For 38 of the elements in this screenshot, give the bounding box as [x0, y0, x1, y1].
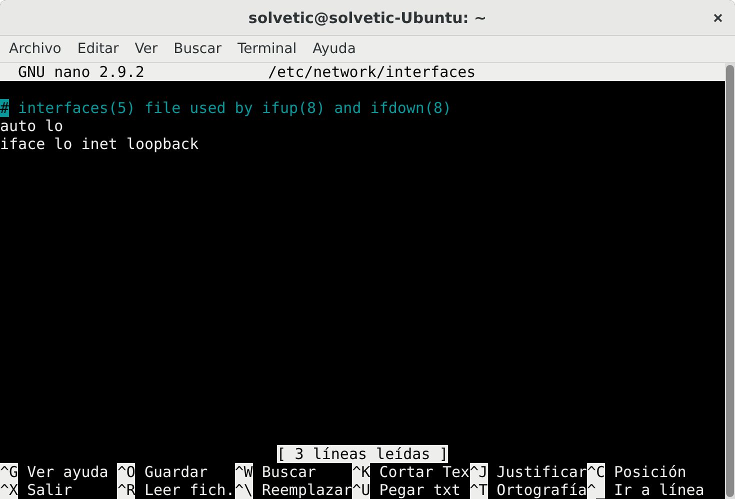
file-name: /etc/network/interfaces: [268, 63, 476, 82]
shortcut-key: ^\: [234, 480, 253, 499]
shortcut-label: Buscar: [260, 462, 316, 481]
shortcut-key: ^_: [586, 480, 606, 499]
shortcut-key: ^T: [470, 480, 488, 499]
shortcut-key: ^U: [352, 480, 370, 499]
shortcut-label: Pegar txt: [378, 480, 461, 499]
shortcut-key: ^R: [117, 480, 136, 499]
menu-item[interactable]: Terminal: [237, 41, 313, 57]
menu-item[interactable]: Buscar: [174, 41, 238, 57]
shortcut-key: ^J: [470, 462, 488, 481]
shortcut-label: Reemplazar: [260, 480, 352, 499]
comment-line: # interfaces(5) file used by ifup(8) and ifdown(8): [0, 99, 453, 118]
shortcut-label: Justificar: [496, 462, 587, 481]
shortcut-label: Ortografía: [496, 480, 587, 499]
shortcut-key: ^G: [0, 462, 18, 481]
menu-item[interactable]: Archivo: [9, 41, 78, 57]
shortcut-key: ^K: [352, 462, 370, 481]
code-line: auto lo: [0, 117, 64, 136]
shortcut-label: Leer fich.: [143, 480, 235, 499]
window-title: solvetic@solvetic-Ubuntu: ~: [248, 8, 487, 26]
close-icon[interactable]: [713, 13, 723, 23]
shortcut-label: Ir a línea: [613, 480, 704, 499]
menu-item[interactable]: Ayuda: [312, 41, 372, 57]
shortcut-label: Guardar: [143, 462, 208, 481]
code-line: iface lo inet loopback: [0, 135, 200, 154]
shortcut-key: ^C: [586, 462, 606, 481]
shortcut-key: ^W: [234, 462, 253, 481]
menu-item[interactable]: Ver: [134, 41, 174, 57]
shortcut-label: Ver ayuda: [26, 462, 108, 481]
menu-item[interactable]: Editar: [77, 41, 135, 57]
editor-version: GNU nano 2.9.2: [17, 63, 146, 82]
shortcut-label: Salir: [26, 480, 72, 499]
status-message: [ 3 líneas leídas ]: [276, 444, 448, 463]
shortcut-key: ^X: [0, 480, 18, 499]
shortcut-key: ^O: [117, 462, 136, 481]
shortcut-label: Posición: [613, 462, 686, 481]
shortcut-label: Cortar Tex: [378, 462, 470, 481]
